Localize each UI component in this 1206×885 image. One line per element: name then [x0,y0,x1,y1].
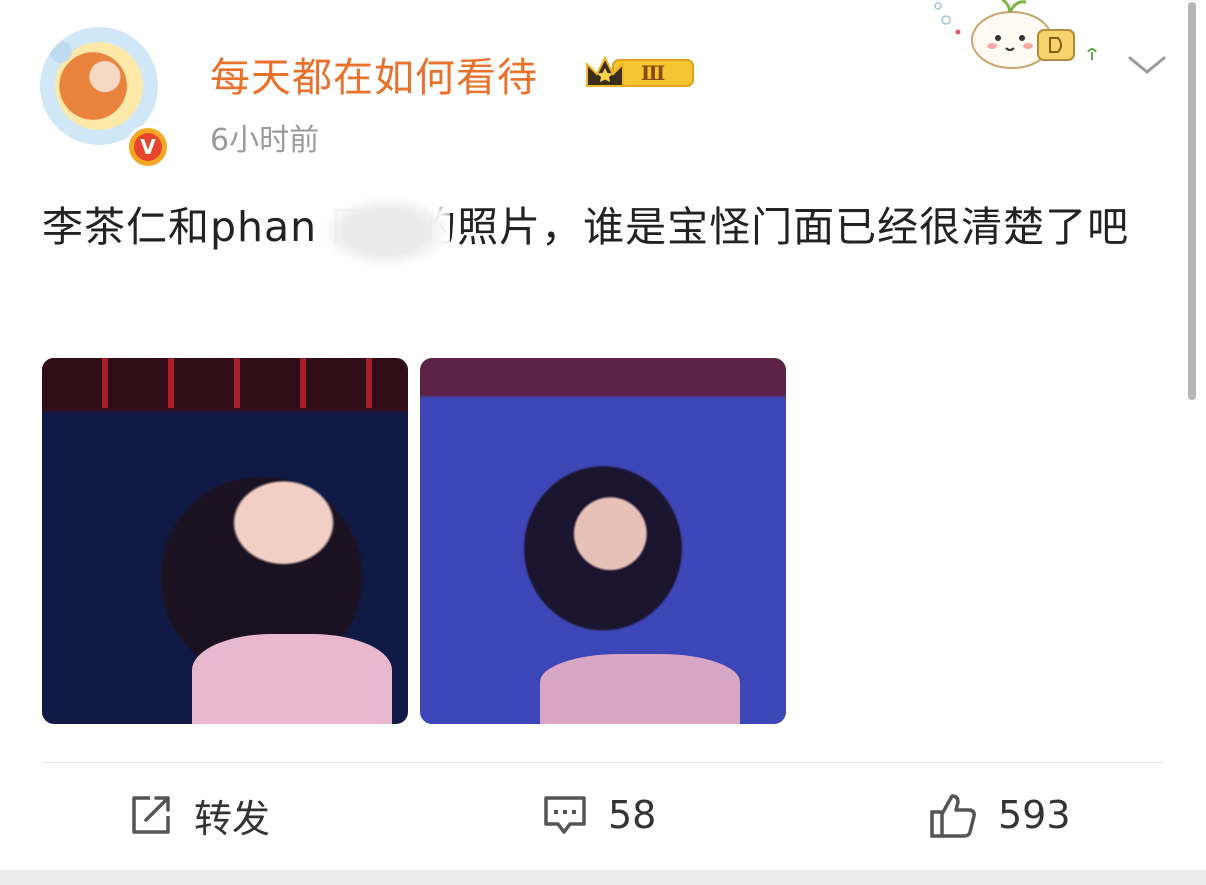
scrollbar[interactable] [1188,2,1196,400]
post-image-2[interactable] [420,358,786,724]
cartoon-sticker-icon [934,0,1097,69]
verified-mark: V [134,133,162,161]
post-image-1[interactable] [42,358,408,724]
repost-icon [132,796,170,834]
comment-button[interactable]: 58 [542,790,656,840]
action-bar-divider [42,762,1164,763]
author-name[interactable]: 每天都在如何看待 [210,45,538,103]
verified-badge: V [126,125,170,169]
crown-level-badge-icon[interactable]: Ⅲ [583,52,695,92]
weibo-post-card: V 每天都在如何看待 Ⅲ 6小时前 李茶仁和phan 同样的照片，谁是宝怪门面已… [0,0,1206,870]
like-button[interactable]: 593 [928,790,1071,840]
chevron-down-icon[interactable] [1127,52,1167,78]
repost-label: 转发 [194,796,271,841]
comment-icon [544,796,586,834]
feed-separator [0,870,1206,885]
post-timestamp: 6小时前 [210,123,320,158]
like-count: 593 [998,793,1071,837]
repost-button[interactable]: 转发 [128,790,271,841]
blurred-text-mask [322,196,450,268]
comment-count: 58 [608,793,657,837]
post-text: 李茶仁和phan 同样的照片，谁是宝怪门面已经很清楚了吧 [42,203,1130,251]
level-badge-text: Ⅲ [641,61,665,85]
thumbs-up-icon [930,794,976,838]
